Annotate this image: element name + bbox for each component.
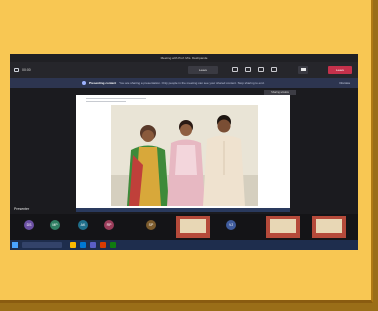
- participant-tile[interactable]: AK: [72, 216, 94, 238]
- excel-icon[interactable]: [110, 242, 116, 248]
- start-icon[interactable]: [12, 242, 18, 248]
- photo-figures: [111, 105, 258, 206]
- participant-video-tile[interactable]: [312, 216, 346, 238]
- toolbar-icons: [232, 67, 277, 72]
- window-title: Meeting with Prof. Mrs. Deshpande: [10, 54, 358, 62]
- teams-screen: Meeting with Prof. Mrs. Deshpande 00:00 …: [10, 54, 358, 250]
- participant-tile[interactable]: RP: [98, 216, 120, 238]
- camera-button[interactable]: [298, 66, 308, 74]
- windows-taskbar: [10, 240, 358, 250]
- explorer-icon[interactable]: [70, 242, 76, 248]
- family-photo: [111, 105, 258, 206]
- video-feed: [270, 219, 296, 233]
- avatar: SP: [146, 220, 156, 230]
- video-feed: [180, 219, 206, 233]
- powerpoint-icon[interactable]: [100, 242, 106, 248]
- doc-line: [86, 101, 126, 102]
- timer-label: 00:00: [22, 68, 31, 72]
- shared-document: [76, 95, 290, 212]
- doc-line: [86, 98, 146, 99]
- participant-video-tile[interactable]: [266, 216, 300, 238]
- taskbar-search[interactable]: [22, 242, 62, 248]
- participant-strip: DS MP AK RP SP VJ: [10, 214, 358, 240]
- presenter-name: Presenter: [14, 207, 30, 211]
- participant-video-tile[interactable]: [176, 216, 210, 238]
- rec-button[interactable]: Leave: [188, 66, 218, 74]
- participant-tile[interactable]: DS: [18, 216, 40, 238]
- teams-icon[interactable]: [90, 242, 96, 248]
- leave-button[interactable]: Leave: [328, 66, 352, 74]
- avatar: DS: [24, 220, 34, 230]
- avatar: MP: [50, 220, 60, 230]
- meeting-toolbar: 00:00 Leave Leave: [10, 62, 358, 78]
- sharing-banner: Presenting content You are sharing a pres…: [10, 78, 358, 88]
- banner-title: Presenting content: [89, 81, 117, 85]
- reactions-icon[interactable]: [258, 67, 264, 72]
- banner-text: You are sharing a presentation. Only peo…: [119, 81, 265, 85]
- avatar: RP: [104, 220, 114, 230]
- edge-icon[interactable]: [80, 242, 86, 248]
- participant-tile[interactable]: MP: [44, 216, 66, 238]
- people-icon[interactable]: [232, 67, 238, 72]
- avatar: AK: [78, 220, 88, 230]
- dismiss-button[interactable]: Dismiss: [340, 78, 351, 88]
- video-feed: [316, 219, 342, 233]
- chat-icon[interactable]: [14, 68, 19, 72]
- taskbar-apps: [70, 242, 116, 248]
- raise-hand-icon[interactable]: [245, 67, 251, 72]
- doc-status-bar: [76, 208, 290, 212]
- camera-icon: [300, 68, 306, 71]
- info-icon: [82, 81, 86, 86]
- participant-tile[interactable]: VJ: [220, 216, 242, 238]
- meeting-timer: 00:00: [14, 67, 31, 73]
- participant-tile[interactable]: SP: [140, 216, 162, 238]
- avatar: VJ: [226, 220, 236, 230]
- more-icon[interactable]: [271, 67, 277, 72]
